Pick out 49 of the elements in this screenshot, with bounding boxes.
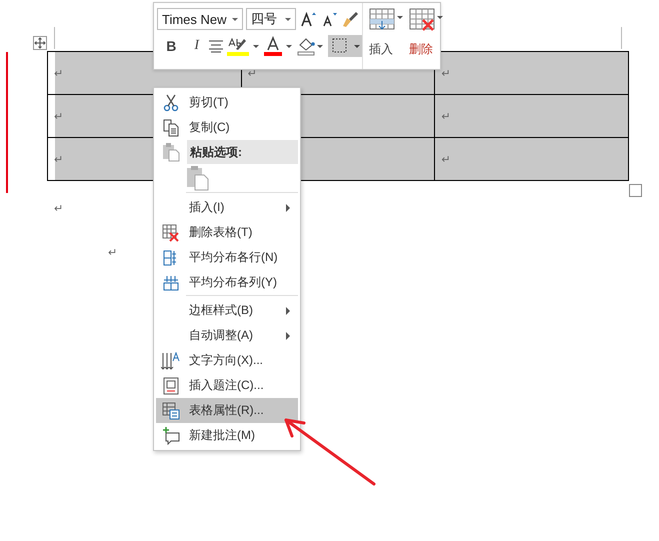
- bold-button[interactable]: B: [163, 38, 180, 54]
- paragraph-mark: ↵: [441, 68, 451, 80]
- paragraph-mark: ↵: [54, 202, 64, 215]
- resize-handle[interactable]: [629, 184, 642, 197]
- font-size-field[interactable]: 四号: [246, 8, 296, 30]
- table-properties-icon: [162, 402, 180, 420]
- font-color-icon[interactable]: [264, 36, 294, 56]
- align-center-icon[interactable]: [208, 39, 224, 53]
- italic-button[interactable]: I: [188, 38, 205, 54]
- delete-table-icon: [162, 224, 180, 242]
- paragraph-mark: ↵: [54, 68, 64, 80]
- menu-item[interactable]: 表格属性(R)...: [156, 398, 298, 423]
- insert-table-icon: [369, 8, 403, 32]
- borders-button[interactable]: [328, 35, 362, 57]
- copy-icon: [163, 118, 179, 136]
- menu-item[interactable]: 插入题注(C)...: [156, 373, 298, 398]
- menu-item[interactable]: 平均分布各列(Y): [156, 270, 298, 295]
- format-painter-icon[interactable]: [341, 10, 359, 28]
- paragraph-mark: ↵: [54, 154, 64, 166]
- paste-options-heading: 粘贴选项:: [187, 140, 298, 164]
- clipboard-icon: [162, 142, 180, 162]
- move-handle-icon[interactable]: [33, 36, 47, 50]
- menu-item[interactable]: 剪切(T): [156, 90, 298, 115]
- paragraph-mark: ↵: [441, 154, 451, 166]
- menu-item[interactable]: 删除表格(T): [156, 220, 298, 245]
- shading-icon[interactable]: [297, 36, 325, 56]
- scissors-icon: [163, 94, 179, 112]
- grow-font-icon[interactable]: [299, 10, 317, 28]
- menu-item[interactable]: 复制(C): [156, 115, 298, 140]
- menu-item[interactable]: 平均分布各行(N): [156, 245, 298, 270]
- menu-item[interactable]: 新建批注(M): [156, 423, 298, 448]
- text-direction-icon: [161, 352, 181, 370]
- paragraph-mark: ↵: [108, 246, 118, 259]
- delete-button[interactable]: 删除: [409, 8, 443, 69]
- paragraph-mark: ↵: [248, 68, 257, 80]
- menu-item[interactable]: 文字方向(X)...: [156, 348, 298, 373]
- insert-button[interactable]: 插入: [369, 8, 403, 69]
- submenu-arrow-icon: [286, 204, 290, 212]
- paragraph-mark: ↵: [441, 110, 451, 122]
- highlighter-icon[interactable]: [227, 36, 261, 56]
- paragraph-mark: ↵: [54, 110, 64, 122]
- distribute-columns-icon: [163, 274, 179, 290]
- font-field[interactable]: Times New: [157, 8, 243, 30]
- distribute-rows-icon: [163, 250, 179, 266]
- new-comment-icon: [162, 426, 180, 444]
- caption-icon: [163, 376, 179, 394]
- menu-item[interactable]: 自动调整(A): [156, 323, 298, 348]
- submenu-arrow-icon: [286, 332, 290, 340]
- submenu-arrow-icon: [286, 306, 290, 314]
